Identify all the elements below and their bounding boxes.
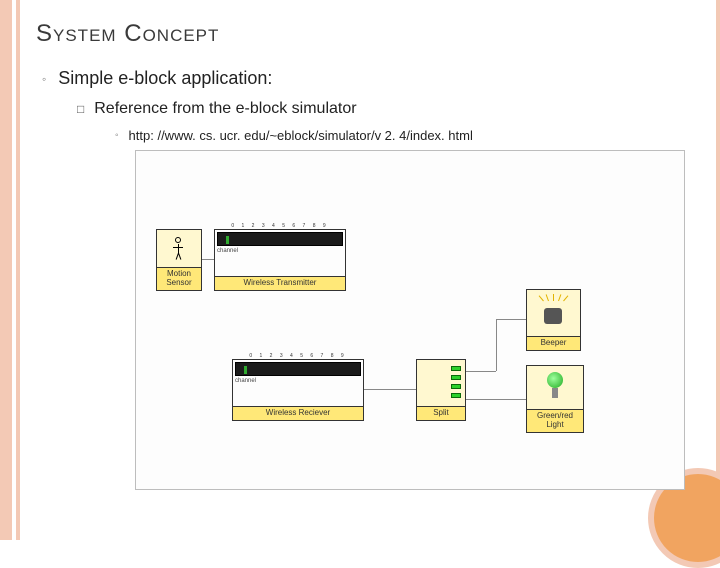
bullet-level-1: ◦ Simple e-block application: <box>42 68 272 89</box>
right-accent-stripe <box>716 0 720 540</box>
wireless-receiver-block: 0 1 2 3 4 5 6 7 8 9 channel Wireless Rec… <box>232 359 364 421</box>
wire <box>466 399 526 400</box>
beeper-label: Beeper <box>527 336 580 350</box>
person-icon <box>172 237 186 261</box>
channel-label: channel <box>235 378 256 384</box>
beeper-block: Beeper <box>526 289 581 351</box>
speaker-icon <box>544 308 562 324</box>
reference-url: http: //www. cs. ucr. edu/~eblock/simula… <box>129 128 473 143</box>
green-light-label: Green/red Light <box>527 409 583 432</box>
bullet-level-3: ◦ http: //www. cs. ucr. edu/~eblock/simu… <box>115 128 473 143</box>
led-stack-icon <box>451 366 461 398</box>
channel-label: channel <box>217 248 238 254</box>
square-bullet-icon: □ <box>77 102 84 116</box>
wireless-rx-label: Wireless Reciever <box>233 406 363 420</box>
wire <box>364 389 416 390</box>
motion-sensor-label: Motion Sensor <box>157 267 201 290</box>
split-label: Split <box>417 406 465 420</box>
wireless-tx-label: Wireless Transmitter <box>215 276 345 290</box>
green-light-block: Green/red Light <box>526 365 584 433</box>
dipswitch-numbers: 0 1 2 3 4 5 6 7 8 9 <box>235 353 361 359</box>
slide-title: System Concept <box>36 20 219 48</box>
bulb-base-icon <box>552 388 558 398</box>
motion-sensor-block: Motion Sensor <box>156 229 202 291</box>
bullet-icon: ◦ <box>115 130 119 141</box>
left-accent-stripe <box>0 0 20 540</box>
wireless-transmitter-block: 0 1 2 3 4 5 6 7 8 9 channel Wireless Tra… <box>214 229 346 291</box>
split-block: Split <box>416 359 466 421</box>
wire <box>466 371 496 372</box>
wire <box>202 259 214 260</box>
bullet-text: Simple e-block application: <box>58 68 272 89</box>
eblock-diagram: Motion Sensor 0 1 2 3 4 5 6 7 8 9 channe… <box>135 150 685 490</box>
dipswitch-icon <box>217 232 343 246</box>
light-bulb-icon <box>547 372 563 388</box>
dipswitch-icon <box>235 362 361 376</box>
dipswitch-numbers: 0 1 2 3 4 5 6 7 8 9 <box>217 223 343 229</box>
bullet-icon: ◦ <box>42 72 46 86</box>
wire <box>496 319 497 371</box>
bullet-level-2: □ Reference from the e-block simulator <box>77 100 357 118</box>
bullet-sub-text: Reference from the e-block simulator <box>94 100 356 118</box>
wire <box>496 319 526 320</box>
